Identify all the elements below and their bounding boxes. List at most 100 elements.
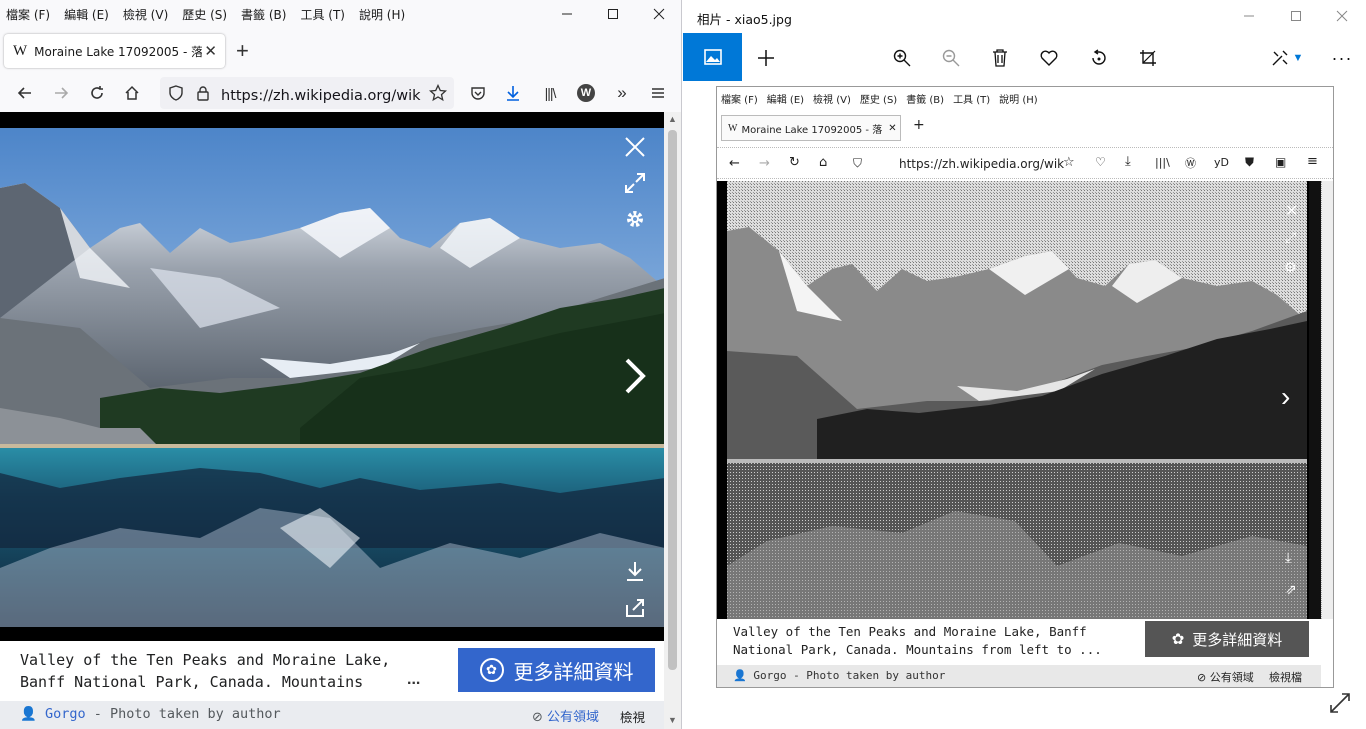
inner-menu-help: 說明 (H) bbox=[999, 94, 1038, 106]
share-button[interactable] bbox=[622, 595, 648, 621]
maximize-icon bbox=[608, 9, 618, 19]
inner-menu-bar: 檔案 (F) 編輯 (E) 檢視 (V) 歷史 (S) 書籤 (B) 工具 (T… bbox=[717, 87, 1333, 109]
inner-shield-icon: ⛉ bbox=[853, 156, 863, 170]
wikipedia-extension-button[interactable]: W bbox=[573, 80, 599, 106]
minimize-button[interactable] bbox=[1226, 2, 1272, 30]
inner-download-icon: ⤓ bbox=[1125, 154, 1131, 169]
inner-more-details-button: ✿ 更多詳細資料 bbox=[1145, 621, 1309, 657]
download-icon bbox=[627, 562, 643, 581]
close-window-button[interactable] bbox=[1319, 2, 1365, 30]
add-to-button[interactable] bbox=[753, 45, 779, 71]
more-details-button[interactable]: ✿ 更多詳細資料 bbox=[458, 648, 655, 692]
inner-nav-bar: ← → ↻ ⌂ ⛉ https://zh.wikipedia.org/wik ☆… bbox=[717, 147, 1333, 179]
inner-media-viewer: ✕ ⤢ ⚙ › ⤓ ⇗ bbox=[717, 181, 1317, 619]
more-icon: ··· bbox=[1331, 47, 1353, 68]
license-link[interactable]: ⊘ 公有領域 bbox=[532, 706, 599, 725]
scroll-up-icon[interactable]: ▲ bbox=[668, 114, 677, 124]
library-button[interactable]: |||\ bbox=[537, 80, 563, 106]
inner-ublock-icon: ⛊ bbox=[1245, 155, 1255, 169]
close-window-button[interactable] bbox=[636, 0, 681, 28]
tab-title: Moraine Lake 17092005 - 落 bbox=[34, 44, 203, 59]
title-bar: 相片 - xiao5.jpg bbox=[683, 0, 1366, 33]
back-arrow-icon bbox=[17, 87, 31, 99]
edit-icon bbox=[1272, 50, 1288, 66]
gear-icon bbox=[627, 211, 643, 227]
caption-panel: Valley of the Ten Peaks and Moraine Lake… bbox=[0, 641, 665, 701]
media-viewer: Valley of the Ten Peaks and Moraine Lake… bbox=[0, 112, 681, 729]
view-link[interactable]: 檢視 bbox=[620, 707, 645, 726]
maximize-button[interactable] bbox=[1273, 2, 1319, 30]
minimize-icon bbox=[1244, 15, 1254, 17]
back-button[interactable] bbox=[12, 80, 38, 106]
favorite-button[interactable] bbox=[1036, 45, 1062, 71]
pocket-button[interactable] bbox=[465, 80, 491, 106]
author-suffix: - Photo taken by author bbox=[85, 706, 281, 722]
caption-expand-ellipsis[interactable]: ... bbox=[407, 671, 420, 689]
scrollbar-thumb[interactable] bbox=[668, 130, 677, 670]
reload-button[interactable] bbox=[84, 80, 110, 106]
zoom-out-button[interactable] bbox=[938, 45, 964, 71]
zoom-in-button[interactable] bbox=[889, 45, 915, 71]
inner-author-line: 👤 Gorgo - Photo taken by author bbox=[733, 669, 946, 682]
see-more-button[interactable]: ··· bbox=[1329, 45, 1355, 71]
crop-button[interactable] bbox=[1135, 45, 1161, 71]
wikipedia-icon: W bbox=[13, 42, 28, 59]
lock-icon[interactable] bbox=[196, 85, 210, 101]
edit-create-button[interactable]: ▼ bbox=[1267, 45, 1307, 71]
menu-tools[interactable]: 工具 (T) bbox=[300, 6, 345, 23]
share-icon bbox=[626, 599, 644, 617]
next-image-button[interactable] bbox=[620, 356, 650, 396]
minimize-button[interactable] bbox=[544, 0, 590, 28]
inner-menu-file: 檔案 (F) bbox=[721, 94, 758, 106]
bookmark-star-icon[interactable] bbox=[429, 84, 447, 102]
tab-moraine-lake[interactable]: W Moraine Lake 17092005 - 落 ✕ bbox=[4, 34, 225, 68]
menu-help[interactable]: 說明 (H) bbox=[359, 6, 405, 23]
menu-history[interactable]: 歷史 (S) bbox=[182, 6, 227, 23]
author-link[interactable]: Gorgo bbox=[45, 706, 86, 722]
inner-view-label: 檢視檔 bbox=[1269, 671, 1302, 684]
zoom-out-icon bbox=[942, 49, 960, 67]
inner-expand-icon: ⤢ bbox=[1285, 229, 1297, 245]
scroll-down-icon[interactable]: ▼ bbox=[668, 715, 677, 725]
vertical-scrollbar[interactable]: ▲ ▼ bbox=[664, 112, 681, 729]
overflow-button[interactable]: » bbox=[609, 80, 635, 106]
inner-reload-icon: ↻ bbox=[789, 155, 800, 170]
inner-star-icon: ☆ bbox=[1063, 155, 1075, 170]
home-icon bbox=[125, 85, 139, 100]
fullscreen-button[interactable] bbox=[622, 170, 648, 196]
delete-button[interactable] bbox=[987, 45, 1013, 71]
menu-bookmarks[interactable]: 書籤 (B) bbox=[241, 6, 286, 23]
rotate-button[interactable] bbox=[1086, 45, 1112, 71]
inner-gear-icon: ⚙ bbox=[1284, 259, 1297, 275]
close-icon bbox=[625, 137, 645, 157]
fullscreen-button[interactable] bbox=[1329, 692, 1351, 720]
inner-yd-label: yD bbox=[1214, 156, 1229, 169]
close-icon bbox=[1336, 10, 1348, 22]
url-bar[interactable]: https://zh.wikipedia.org/wiki/落 bbox=[160, 77, 454, 109]
downloads-button[interactable] bbox=[500, 80, 526, 106]
inner-wikipedia-icon: W bbox=[728, 122, 738, 134]
url-text[interactable]: https://zh.wikipedia.org/wiki/落 bbox=[221, 84, 421, 105]
maximize-button[interactable] bbox=[590, 0, 636, 28]
image-icon bbox=[703, 49, 722, 65]
shield-icon[interactable] bbox=[168, 85, 184, 101]
download-image-button[interactable] bbox=[622, 558, 648, 584]
chevron-down-icon: ▼ bbox=[1292, 52, 1304, 64]
close-viewer-button[interactable] bbox=[622, 134, 648, 160]
inner-download-image-icon: ⤓ bbox=[1285, 549, 1292, 565]
settings-button[interactable] bbox=[622, 206, 648, 232]
inner-black-edge bbox=[1309, 181, 1321, 619]
menu-view[interactable]: 檢視 (V) bbox=[123, 6, 168, 23]
close-tab-icon[interactable]: ✕ bbox=[204, 42, 217, 60]
forward-button[interactable] bbox=[48, 80, 74, 106]
app-menu-button[interactable] bbox=[645, 80, 671, 106]
new-tab-button[interactable]: + bbox=[236, 38, 249, 64]
menu-file[interactable]: 檔案 (F) bbox=[6, 6, 50, 23]
rotate-icon bbox=[1092, 49, 1106, 65]
home-button[interactable] bbox=[119, 80, 145, 106]
minimize-icon bbox=[562, 13, 572, 15]
inner-menu-history: 歷史 (S) bbox=[859, 94, 898, 106]
license-label: 公有領域 bbox=[547, 710, 600, 725]
menu-edit[interactable]: 編輯 (E) bbox=[64, 6, 109, 23]
see-all-photos-button[interactable] bbox=[683, 33, 742, 81]
